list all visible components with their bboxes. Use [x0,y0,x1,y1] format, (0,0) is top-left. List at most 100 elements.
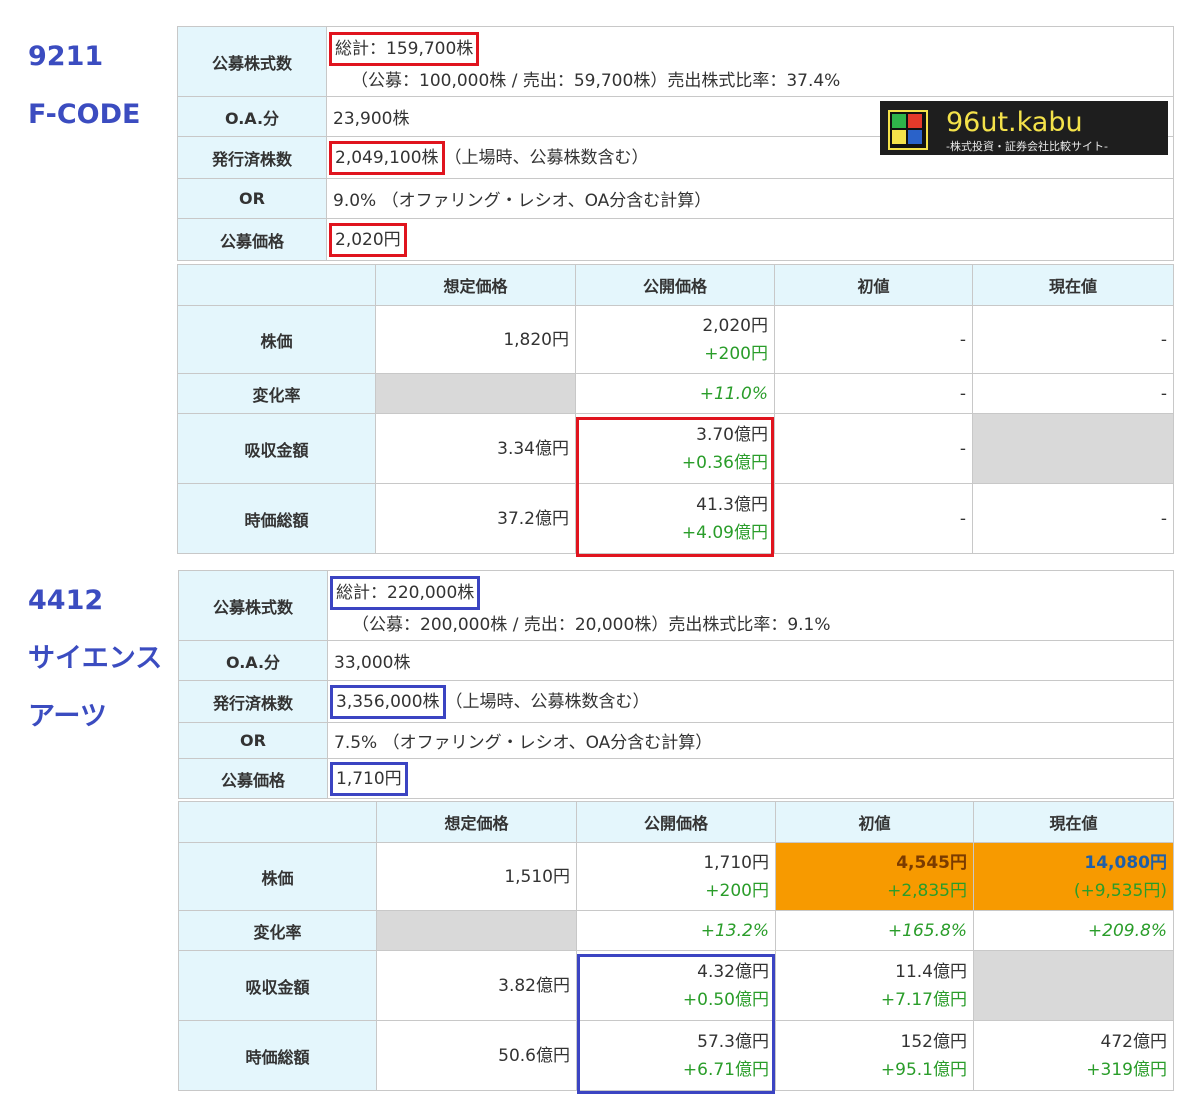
ipo2-info-table: 公募株式数 総計：220,000株 （公募：200,000株 / 売出：20,0… [178,570,1174,799]
cell-value: - [774,483,973,554]
row-label: 変化率 [177,373,376,414]
cell-value: 3.82億円 [376,950,577,1021]
cell-value-highlight: 4,545円 +2,835円 [775,842,974,911]
cell-empty [375,373,576,414]
header-row: 想定価格 公開価格 初値 現在値 [177,264,1174,306]
issued-shares: 3,356,000株 [330,684,446,719]
issued-note: （上場時、公募株数含む） [445,691,650,712]
row-change-rate: 変化率 +11.0% - - [177,373,1174,414]
issued-shares: 2,049,100株 [329,140,445,175]
row-change-rate: 変化率 +13.2% +165.8% +209.8% [178,910,1174,951]
row-stock-price: 株価 1,510円 1,710円 +200円 4,545円 +2,835円 14,0… [178,842,1174,911]
ticker-code-2: 4412 [28,585,104,616]
info-row-oa: O.A.分 33,000株 [178,640,1174,681]
info-label: 公募株式数 [178,570,328,641]
header-expected: 想定価格 [376,801,577,843]
header-blank [177,264,376,306]
info-label: O.A.分 [177,96,327,137]
cell-empty [376,910,577,951]
info-label: OR [178,722,328,759]
cell-value: 1,710円 +200円 [576,842,776,911]
cell-value: - [972,373,1174,414]
ticker-code-1: 9211 [28,41,104,72]
cell-value: 4.32億円 +0.50億円 [576,950,776,1021]
header-first: 初値 [775,801,974,843]
row-label: 変化率 [178,910,377,951]
info-label: O.A.分 [178,640,328,681]
row-label: 時価総額 [177,483,376,554]
row-market-cap: 時価総額 50.6億円 57.3億円 +6.71億円 152億円 +95.1億円 4… [178,1020,1174,1091]
cell-empty [973,950,1174,1021]
cell-value-highlight: 14,080円 (+9,535円) [973,842,1174,911]
header-current: 現在値 [972,264,1174,306]
cell-value: - [972,483,1174,554]
logo-tagline: -株式投資・証券会社比較サイト- [946,140,1108,153]
info-row-or: OR 7.5% （オファリング・レシオ、OA分含む計算） [178,722,1174,759]
info-row-offering: 公募株式数 総計：220,000株 （公募：200,000株 / 売出：20,0… [178,570,1174,641]
cell-value: +165.8% [775,910,974,951]
info-label: 公募株式数 [177,26,327,97]
or-value: 9.0% （オファリング・レシオ、OA分含む計算） [326,178,1174,219]
cell-value: - [774,373,973,414]
info-label: 発行済株数 [177,136,327,179]
cell-value: 37.2億円 [375,483,576,554]
site-logo: 96ut.kabu -株式投資・証券会社比較サイト- [880,101,1168,155]
row-label: 時価総額 [178,1020,377,1091]
cell-value: +11.0% [575,373,775,414]
ipo1-price-table: 想定価格 公開価格 初値 現在値 株価 1,820円 2,020円 +200円 -… [177,264,1174,554]
cell-value: 2,020円 +200円 [575,305,775,374]
cell-value: 1,510円 [376,842,577,911]
logo-mark-icon [888,110,928,150]
offering-total: 総計：159,700株 [329,32,480,66]
header-expected: 想定価格 [375,264,576,306]
cell-value: 50.6億円 [376,1020,577,1091]
cell-value: 472億円 +319億円 [973,1020,1174,1091]
info-row-issued: 発行済株数 3,356,000株 （上場時、公募株数含む） [178,680,1174,723]
offering-total: 総計：220,000株 [330,576,481,610]
offering-breakdown: （公募：200,000株 / 売出：20,000株）売出株式比率：9.1% [352,615,831,635]
ticker-name-2a: サイエンス [28,643,163,674]
row-label: 株価 [178,842,377,911]
row-label: 株価 [177,305,376,374]
info-row-price: 公募価格 2,020円 [177,218,1174,261]
info-label: 公募価格 [178,758,328,799]
header-offer: 公開価格 [576,801,776,843]
offer-price: 2,020円 [329,222,407,257]
offering-breakdown: （公募：100,000株 / 売出：59,700株）売出株式比率：37.4% [351,71,841,91]
or-value: 7.5% （オファリング・レシオ、OA分含む計算） [327,722,1174,759]
info-row-or: OR 9.0% （オファリング・レシオ、OA分含む計算） [177,178,1174,219]
ipo2-price-table: 想定価格 公開価格 初値 現在値 株価 1,510円 1,710円 +200円 4… [178,801,1174,1091]
cell-value: 57.3億円 +6.71億円 [576,1020,776,1091]
issued-note: （上場時、公募株数含む） [444,147,649,168]
info-row-price: 公募価格 1,710円 [178,758,1174,799]
header-blank [178,801,377,843]
row-market-cap: 時価総額 37.2億円 41.3億円 +4.09億円 - - [177,483,1174,554]
cell-empty [972,413,1174,484]
row-absorption: 吸収金額 3.34億円 3.70億円 +0.36億円 - [177,413,1174,484]
header-row: 想定価格 公開価格 初値 現在値 [178,801,1174,843]
cell-value: 152億円 +95.1億円 [775,1020,974,1091]
cell-value: +209.8% [973,910,1174,951]
cell-value: 1,820円 [375,305,576,374]
cell-value: - [774,305,973,374]
info-label: OR [177,178,327,219]
cell-value: 11.4億円 +7.17億円 [775,950,974,1021]
info-label: 発行済株数 [178,680,328,723]
logo-text: 96ut.kabu [946,107,1083,138]
header-offer: 公開価格 [575,264,775,306]
cell-value: 41.3億円 +4.09億円 [575,483,775,554]
cell-value: - [972,305,1174,374]
row-absorption: 吸収金額 3.82億円 4.32億円 +0.50億円 11.4億円 +7.17億円 [178,950,1174,1021]
ticker-name-1: F-CODE [28,99,141,130]
header-first: 初値 [774,264,973,306]
row-stock-price: 株価 1,820円 2,020円 +200円 - - [177,305,1174,374]
cell-value: 3.34億円 [375,413,576,484]
oa-value: 33,000株 [327,640,1174,681]
header-current: 現在値 [973,801,1174,843]
ticker-name-2b: アーツ [28,701,107,732]
info-label: 公募価格 [177,218,327,261]
cell-value: - [774,413,973,484]
cell-value: 3.70億円 +0.36億円 [575,413,775,484]
info-row-offering: 公募株式数 総計：159,700株 （公募：100,000株 / 売出：59,7… [177,26,1174,97]
row-label: 吸収金額 [177,413,376,484]
